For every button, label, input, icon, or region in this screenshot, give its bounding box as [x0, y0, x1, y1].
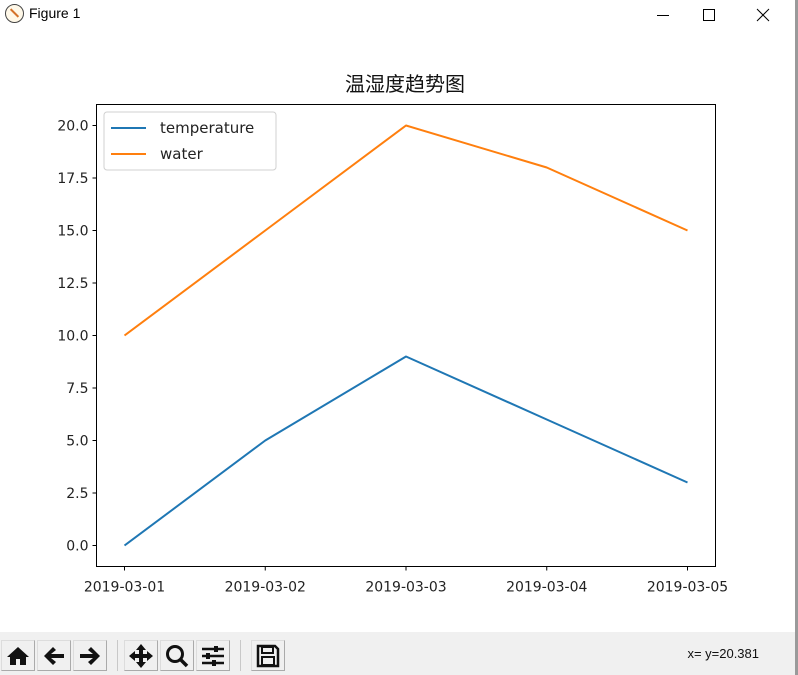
x-tick-label: 2019-03-03: [365, 580, 446, 596]
y-tick-label: 5.0: [66, 434, 88, 450]
floppy-disk-icon: [256, 644, 280, 667]
magnifier-icon: [166, 644, 189, 667]
back-button[interactable]: [37, 640, 71, 671]
configure-subplots-button[interactable]: [196, 640, 230, 671]
y-tick-label: 20.0: [57, 119, 88, 135]
zoom-button[interactable]: [160, 640, 194, 671]
close-button[interactable]: [740, 0, 786, 30]
y-tick-label: 0.0: [66, 539, 88, 555]
arrow-left-icon: [44, 646, 64, 665]
minimize-icon: [657, 14, 669, 16]
close-icon: [756, 8, 770, 22]
move-icon: [129, 643, 153, 668]
arrow-right-icon: [80, 646, 100, 665]
coordinate-readout: x= y=20.381: [687, 646, 759, 661]
legend: temperature water: [103, 111, 277, 171]
minimize-button[interactable]: [640, 0, 686, 30]
forward-button[interactable]: [73, 640, 107, 671]
maximize-button[interactable]: [686, 0, 732, 30]
app-icon: [5, 4, 24, 23]
navigation-toolbar: x= y=20.381: [0, 632, 795, 675]
chart-title: 温湿度趋势图: [345, 72, 465, 96]
window-title: Figure 1: [29, 5, 81, 21]
legend-label-temperature: temperature: [160, 119, 254, 137]
home-icon: [7, 646, 29, 665]
y-tick-label: 7.5: [66, 381, 88, 397]
y-tick-label: 10.0: [57, 329, 88, 345]
toolbar-separator: [117, 640, 118, 671]
x-tick-label: 2019-03-01: [84, 580, 165, 596]
y-tick-label: 12.5: [57, 276, 88, 292]
x-tick-label: 2019-03-05: [647, 580, 728, 596]
maximize-icon: [703, 9, 715, 21]
x-tick-label: 2019-03-02: [225, 580, 306, 596]
toolbar-separator: [240, 640, 241, 671]
save-button[interactable]: [251, 640, 285, 671]
sliders-icon: [202, 645, 224, 666]
line-chart: 温湿度趋势图 0.02.55.07.510.012.515.017.520.0 …: [57, 72, 728, 596]
y-tick-label: 17.5: [57, 171, 88, 187]
figure-canvas[interactable]: 温湿度趋势图 0.0 2.5 5.0 7.5 10.0 12.5 15.0 17.5 20.0 …: [0, 31, 795, 632]
y-tick-label: 2.5: [66, 486, 88, 502]
legend-label-water: water: [160, 145, 204, 163]
y-tick-label: 15.0: [57, 224, 88, 240]
pan-button[interactable]: [124, 640, 158, 671]
x-tick-label: 2019-03-04: [506, 580, 587, 596]
series-line-temperature: [123, 355, 688, 547]
home-button[interactable]: [1, 640, 35, 671]
title-bar: Figure 1: [0, 0, 780, 31]
